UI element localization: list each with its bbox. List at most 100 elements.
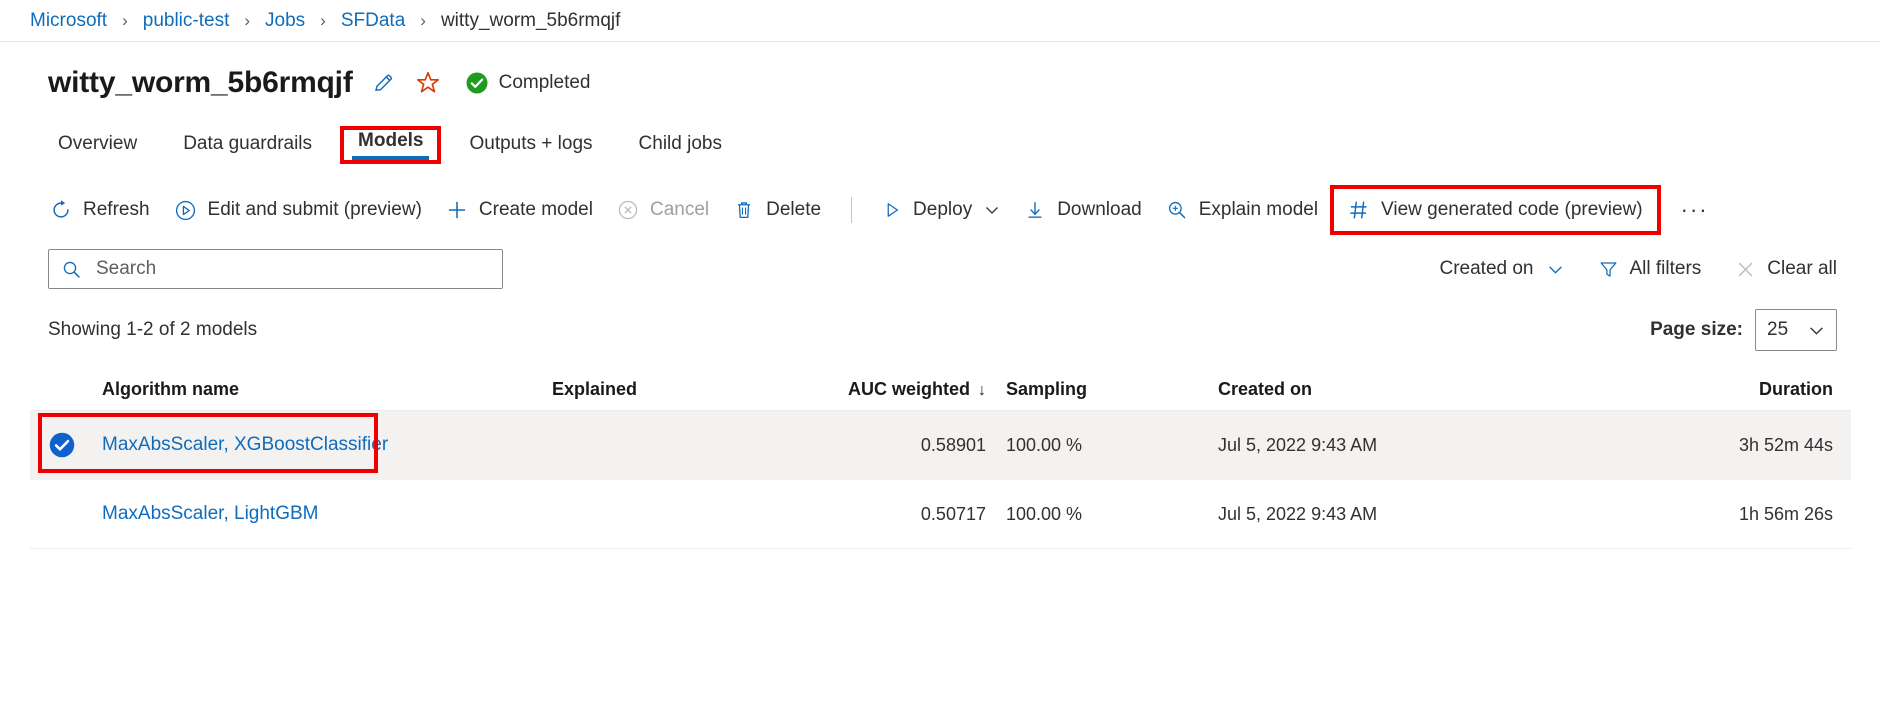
trash-icon bbox=[733, 199, 755, 221]
cell-created-on: Jul 5, 2022 9:43 AM bbox=[1218, 504, 1640, 525]
page-header: witty_worm_5b6rmqjf Completed bbox=[0, 60, 1881, 106]
page-title: witty_worm_5b6rmqjf bbox=[48, 66, 353, 100]
table-row[interactable]: MaxAbsScaler, XGBoostClassifier 0.58901 … bbox=[30, 411, 1851, 480]
breadcrumb-separator-icon: › bbox=[244, 11, 250, 31]
command-bar: Refresh Edit and submit (preview) Create… bbox=[0, 188, 1881, 232]
column-header-explained[interactable]: Explained bbox=[552, 379, 780, 400]
explain-model-button[interactable]: Explain model bbox=[1154, 188, 1330, 232]
cell-created-on: Jul 5, 2022 9:43 AM bbox=[1218, 435, 1640, 456]
column-header-algorithm[interactable]: Algorithm name bbox=[102, 379, 552, 400]
models-table: Algorithm name Explained AUC weighted ↓ S… bbox=[0, 368, 1881, 549]
hash-icon bbox=[1348, 199, 1370, 221]
tab-data-guardrails[interactable]: Data guardrails bbox=[169, 133, 326, 166]
view-generated-code-button[interactable]: View generated code (preview) bbox=[1330, 185, 1661, 235]
magnifier-plus-icon bbox=[1166, 199, 1188, 221]
row-select-checkbox[interactable] bbox=[30, 431, 102, 459]
algorithm-link[interactable]: MaxAbsScaler, LightGBM bbox=[102, 503, 318, 524]
play-circle-icon bbox=[174, 199, 197, 222]
play-icon bbox=[882, 200, 902, 220]
delete-button[interactable]: Delete bbox=[721, 188, 833, 232]
cell-duration: 1h 56m 26s bbox=[1640, 504, 1851, 525]
cell-algorithm-name: MaxAbsScaler, LightGBM bbox=[102, 503, 552, 525]
column-header-duration[interactable]: Duration bbox=[1640, 379, 1851, 400]
cancel-circle-icon bbox=[617, 199, 639, 221]
breadcrumb-item-sfdata[interactable]: SFData bbox=[341, 10, 405, 32]
chevron-down-icon bbox=[1808, 322, 1825, 339]
algorithm-link[interactable]: MaxAbsScaler, XGBoostClassifier bbox=[102, 434, 388, 455]
deploy-label: Deploy bbox=[913, 199, 972, 221]
explain-model-label: Explain model bbox=[1199, 199, 1318, 221]
star-icon[interactable] bbox=[415, 70, 441, 96]
deploy-button[interactable]: Deploy bbox=[870, 188, 1012, 232]
refresh-icon bbox=[50, 199, 72, 221]
status-badge: Completed bbox=[465, 71, 591, 95]
toolbar-divider bbox=[851, 197, 852, 223]
plus-icon bbox=[446, 199, 468, 221]
download-icon bbox=[1024, 199, 1046, 221]
all-filters-label: All filters bbox=[1630, 258, 1702, 280]
search-box[interactable] bbox=[48, 249, 503, 289]
edit-and-submit-button[interactable]: Edit and submit (preview) bbox=[162, 188, 434, 232]
breadcrumb-item-microsoft[interactable]: Microsoft bbox=[30, 10, 107, 32]
clear-all-label: Clear all bbox=[1767, 258, 1837, 280]
sort-descending-icon: ↓ bbox=[978, 382, 986, 399]
cell-sampling: 100.00 % bbox=[1006, 504, 1218, 525]
cell-sampling: 100.00 % bbox=[1006, 435, 1218, 456]
column-header-created-on[interactable]: Created on bbox=[1218, 379, 1640, 400]
search-filter-row: Created on All filters Clear all bbox=[0, 248, 1881, 290]
tab-child-jobs[interactable]: Child jobs bbox=[625, 133, 736, 166]
showing-count-label: Showing 1-2 of 2 models bbox=[48, 319, 257, 341]
all-filters-button[interactable]: All filters bbox=[1598, 258, 1702, 280]
search-icon bbox=[61, 259, 82, 280]
breadcrumb-separator-icon: › bbox=[420, 11, 426, 31]
cell-auc-weighted: 0.50717 bbox=[780, 504, 1006, 525]
breadcrumb-item-public-test[interactable]: public-test bbox=[143, 10, 230, 32]
tab-overview[interactable]: Overview bbox=[44, 133, 151, 166]
column-header-auc-label: AUC weighted bbox=[848, 379, 970, 399]
tab-outputs-logs[interactable]: Outputs + logs bbox=[455, 133, 606, 166]
page-size-label: Page size: bbox=[1650, 319, 1743, 341]
created-on-filter[interactable]: Created on bbox=[1439, 258, 1563, 280]
tab-bar: Overview Data guardrails Models Outputs … bbox=[0, 124, 1881, 166]
edit-and-submit-label: Edit and submit (preview) bbox=[208, 199, 422, 221]
results-summary-row: Showing 1-2 of 2 models Page size: 25 bbox=[0, 310, 1881, 350]
close-icon bbox=[1735, 259, 1756, 280]
created-on-filter-label: Created on bbox=[1439, 258, 1533, 280]
cancel-label: Cancel bbox=[650, 199, 709, 221]
download-label: Download bbox=[1057, 199, 1142, 221]
create-model-label: Create model bbox=[479, 199, 593, 221]
breadcrumb-item-current-job: witty_worm_5b6rmqjf bbox=[441, 10, 621, 32]
success-check-icon bbox=[465, 71, 489, 95]
refresh-button[interactable]: Refresh bbox=[38, 188, 162, 232]
breadcrumb-separator-icon: › bbox=[320, 11, 326, 31]
view-generated-code-label: View generated code (preview) bbox=[1381, 199, 1643, 221]
cell-duration: 3h 52m 44s bbox=[1640, 435, 1851, 456]
cancel-button: Cancel bbox=[605, 188, 721, 232]
page-size-value: 25 bbox=[1767, 319, 1788, 341]
delete-label: Delete bbox=[766, 199, 821, 221]
tab-models[interactable]: Models bbox=[344, 130, 437, 160]
table-header-row: Algorithm name Explained AUC weighted ↓ S… bbox=[30, 368, 1851, 411]
page-size-select[interactable]: 25 bbox=[1755, 309, 1837, 351]
breadcrumb-item-jobs[interactable]: Jobs bbox=[265, 10, 305, 32]
cell-auc-weighted: 0.58901 bbox=[780, 435, 1006, 456]
column-header-auc-weighted[interactable]: AUC weighted ↓ bbox=[780, 379, 1006, 400]
table-row[interactable]: MaxAbsScaler, LightGBM 0.50717 100.00 % … bbox=[30, 480, 1851, 549]
chevron-down-icon bbox=[1547, 261, 1564, 278]
create-model-button[interactable]: Create model bbox=[434, 188, 605, 232]
breadcrumb: Microsoft › public-test › Jobs › SFData … bbox=[0, 0, 1881, 42]
pencil-icon[interactable] bbox=[371, 70, 397, 96]
filter-controls: Created on All filters Clear all bbox=[1405, 258, 1837, 280]
column-header-sampling[interactable]: Sampling bbox=[1006, 379, 1218, 400]
chevron-down-icon bbox=[984, 202, 1000, 218]
cell-algorithm-name: MaxAbsScaler, XGBoostClassifier bbox=[102, 434, 552, 456]
refresh-label: Refresh bbox=[83, 199, 150, 221]
status-label: Completed bbox=[499, 72, 591, 94]
funnel-icon bbox=[1598, 259, 1619, 280]
clear-all-button[interactable]: Clear all bbox=[1735, 258, 1837, 280]
breadcrumb-separator-icon: › bbox=[122, 11, 128, 31]
page-size-control: Page size: 25 bbox=[1650, 309, 1837, 351]
overflow-menu-button[interactable]: ··· bbox=[1667, 197, 1723, 223]
download-button[interactable]: Download bbox=[1012, 188, 1154, 232]
search-input[interactable] bbox=[94, 257, 490, 281]
